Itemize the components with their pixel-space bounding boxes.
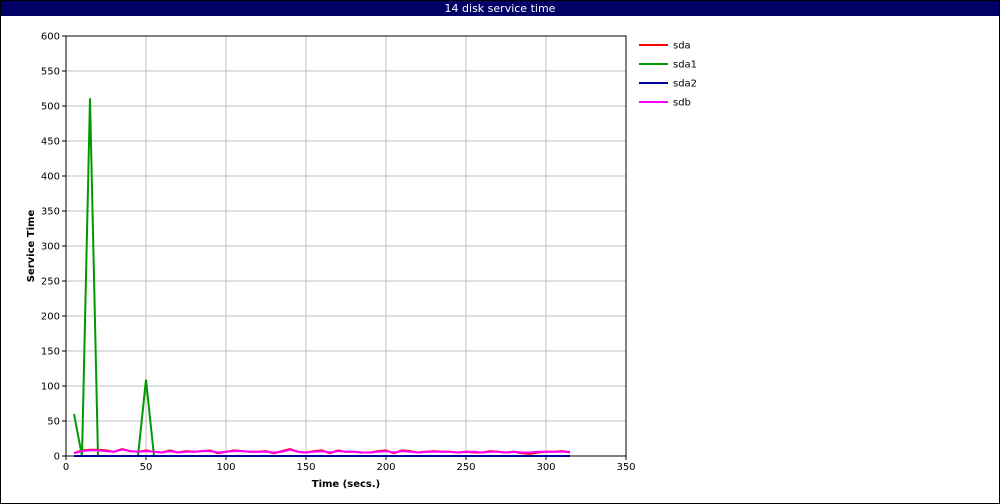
series-line-sda1 <box>73 98 570 457</box>
y-tick-label: 600 <box>41 32 60 43</box>
y-tick-label: 250 <box>41 277 60 288</box>
y-tick-label: 100 <box>41 382 60 393</box>
x-tick-label: 350 <box>616 462 635 473</box>
y-axis-title: Service Time <box>26 210 37 283</box>
chart-canvas: 0 50 100 150 200 250 300 350 0 50 100 150 200 250 300 3… <box>26 32 697 491</box>
x-tick-label: 300 <box>536 462 555 473</box>
y-tick-label: 350 <box>41 207 60 218</box>
y-tick-label: 450 <box>41 137 60 148</box>
y-tick-label: 300 <box>41 242 60 253</box>
x-tick-label: 250 <box>456 462 475 473</box>
legend-label-sdb: sdb <box>673 98 691 109</box>
y-tick-label: 50 <box>47 417 60 428</box>
x-tick-label: 100 <box>216 462 235 473</box>
chart-window: 14 disk service time 0 50 100 150 200 250 300 3… <box>0 0 1000 504</box>
y-tick-label: 400 <box>41 172 60 183</box>
legend-label-sda1: sda1 <box>673 60 697 71</box>
legend-label-sda: sda <box>673 41 691 52</box>
x-tick-label: 0 <box>63 462 69 473</box>
y-tick-label: 150 <box>41 347 60 358</box>
series-lines <box>73 98 571 457</box>
grid <box>66 36 626 456</box>
legend-label-sda2: sda2 <box>673 79 697 90</box>
x-tick-label: 150 <box>296 462 315 473</box>
y-tick-label: 200 <box>41 312 60 323</box>
x-tick-label: 200 <box>376 462 395 473</box>
x-axis-title: Time (secs.) <box>312 479 381 490</box>
legend: sda sda1 sda2 sdb <box>639 41 697 109</box>
y-tick-label: 0 <box>54 452 60 463</box>
x-tick-label: 50 <box>140 462 153 473</box>
y-tick-label: 500 <box>41 102 60 113</box>
y-tick-label: 550 <box>41 67 60 78</box>
